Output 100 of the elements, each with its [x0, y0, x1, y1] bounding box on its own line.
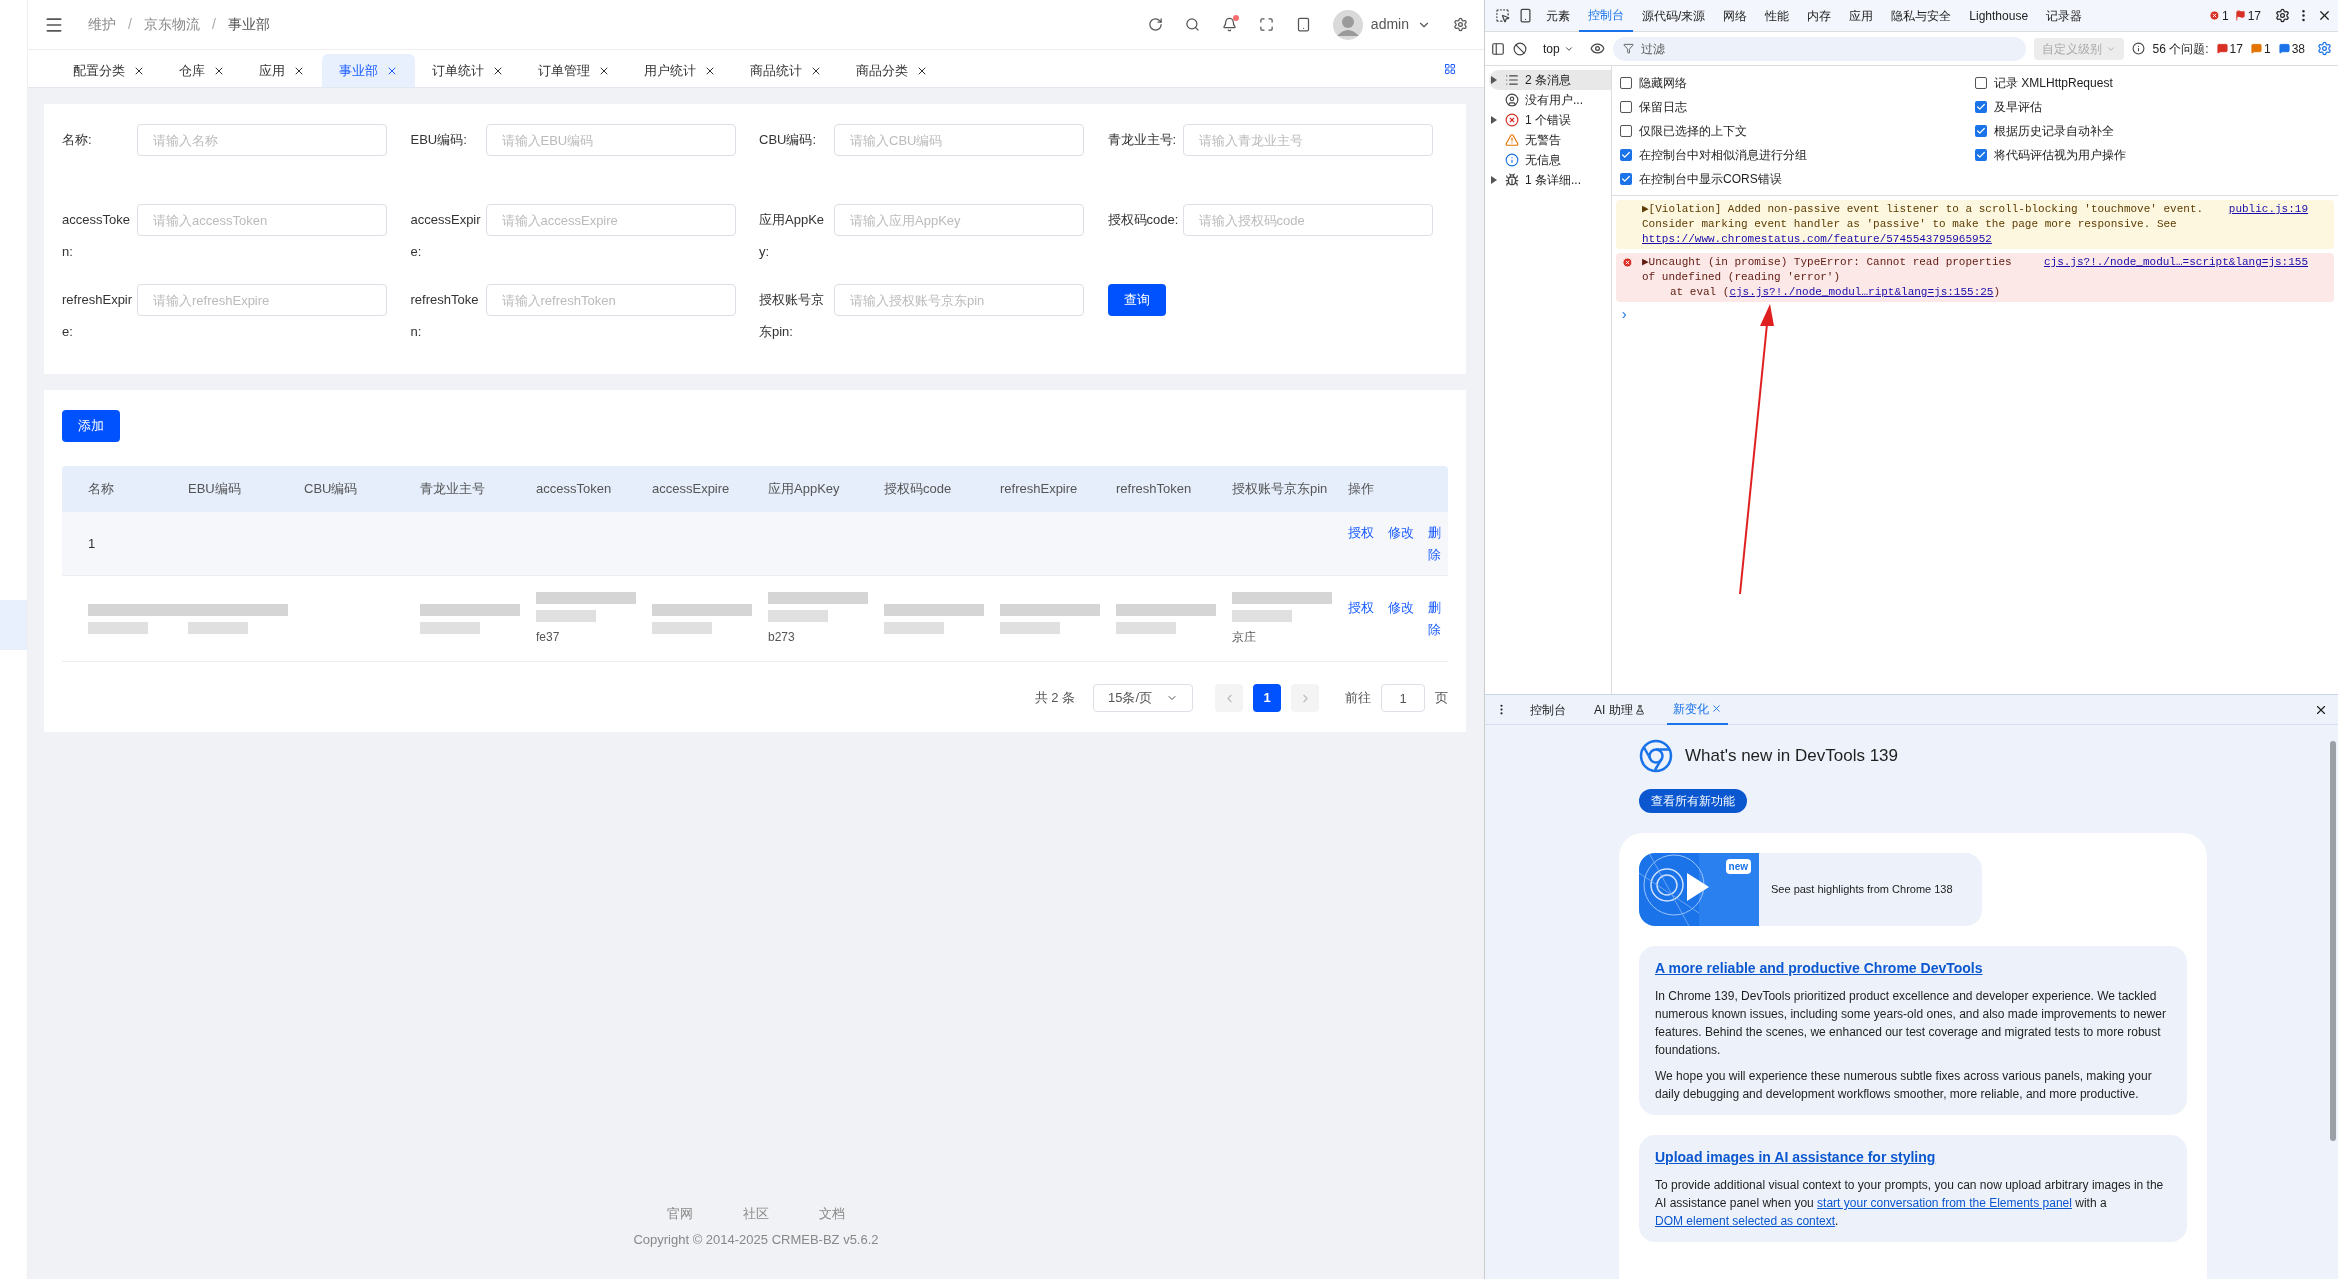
- close-icon[interactable]: [2317, 8, 2332, 23]
- page-tab[interactable]: 商品统计: [733, 54, 839, 87]
- drawer-tab[interactable]: 控制台: [1524, 694, 1572, 725]
- devtools-tab[interactable]: 记录器: [2037, 0, 2092, 32]
- sidebar-item[interactable]: 2 条消息: [1489, 70, 1611, 90]
- expand-arrow-icon[interactable]: [1491, 176, 1497, 184]
- sidebar-item[interactable]: 无警告: [1489, 130, 1611, 150]
- checkbox[interactable]: [1975, 77, 1987, 89]
- checkbox[interactable]: [1620, 101, 1632, 113]
- breadcrumb-item[interactable]: 维护: [88, 14, 116, 35]
- settings-icon[interactable]: [2275, 8, 2290, 23]
- devtools-tab[interactable]: 控制台: [1579, 0, 1633, 32]
- text-field[interactable]: 请输入名称: [137, 124, 387, 156]
- feature-title-link[interactable]: A more reliable and productive Chrome DevTools: [1655, 958, 2171, 979]
- text-field[interactable]: 请输入青龙业主号: [1182, 124, 1433, 156]
- issue-count[interactable]: 38: [2278, 39, 2305, 58]
- grid-icon[interactable]: [1444, 63, 1456, 75]
- checkbox[interactable]: [1620, 149, 1632, 161]
- refresh-icon[interactable]: [1147, 17, 1163, 32]
- clear-icon[interactable]: [1513, 41, 1527, 56]
- avatar-icon[interactable]: [1332, 9, 1363, 40]
- settings-icon[interactable]: [1453, 17, 1468, 32]
- device-icon[interactable]: [1518, 8, 1533, 23]
- sidebar-item[interactable]: 1 条详细...: [1489, 170, 1611, 190]
- text-field[interactable]: 请输入accessToken: [137, 204, 387, 236]
- action-link[interactable]: 修改: [1388, 521, 1414, 544]
- add-button[interactable]: 添加: [62, 410, 120, 442]
- text-field[interactable]: 请输入应用AppKey: [834, 204, 1084, 236]
- text-field[interactable]: 请输入EBU编码: [485, 124, 736, 156]
- text-field[interactable]: 请输入CBU编码: [834, 124, 1084, 156]
- console-prompt[interactable]: ›: [1612, 302, 2338, 323]
- text-field[interactable]: 请输入refreshExpire: [137, 284, 387, 316]
- page-size-select[interactable]: 15条/页: [1093, 684, 1193, 712]
- devtools-tab[interactable]: Lighthouse: [1960, 0, 2038, 32]
- checkbox[interactable]: [1620, 125, 1632, 137]
- table-cell-text: 1: [88, 534, 96, 553]
- notification-icon[interactable]: [1221, 17, 1237, 32]
- checkbox[interactable]: [1620, 173, 1632, 185]
- devtools-tab[interactable]: 元素: [1537, 0, 1579, 32]
- devtools-tab[interactable]: 内存: [1798, 0, 1841, 32]
- sidebar-item[interactable]: 没有用户...: [1489, 90, 1611, 110]
- page-number-field[interactable]: 1: [1381, 684, 1425, 712]
- devtools-tab[interactable]: 应用: [1840, 0, 1883, 32]
- checkbox[interactable]: [1975, 125, 1987, 137]
- page-tab[interactable]: 订单管理: [521, 54, 627, 87]
- sidebar-toggle-icon[interactable]: [1491, 41, 1505, 56]
- text-field[interactable]: 请输入授权码code: [1182, 204, 1433, 236]
- page-tab[interactable]: 事业部: [322, 54, 415, 87]
- devtools-tab[interactable]: 网络: [1714, 0, 1757, 32]
- page-tab[interactable]: 商品分类: [839, 54, 945, 87]
- checkbox[interactable]: [1975, 101, 1987, 113]
- text-field[interactable]: 请输入refreshToken: [485, 284, 736, 316]
- page-tab[interactable]: 仓库: [162, 54, 242, 87]
- expand-arrow-icon[interactable]: [1491, 116, 1497, 124]
- username[interactable]: admin: [1370, 14, 1409, 35]
- sidebar-item[interactable]: 1 个错误: [1489, 110, 1611, 130]
- sidebar-item[interactable]: 无信息: [1489, 150, 1611, 170]
- inline-link[interactable]: start your conversation from the Elements panel: [1817, 1196, 2072, 1210]
- error-count[interactable]: 1: [2208, 6, 2229, 25]
- eye-icon[interactable]: [1589, 41, 1605, 56]
- issue-count[interactable]: 17: [2216, 39, 2243, 58]
- drawer-tab[interactable]: AI 助理: [1588, 694, 1651, 725]
- stack-trace-link[interactable]: cjs.js?!./node_modul…ript&lang=js:155:25: [1729, 286, 1994, 298]
- page-tab[interactable]: 用户统计: [627, 54, 733, 87]
- source-link[interactable]: public.js:19: [2228, 202, 2308, 247]
- action-link[interactable]: 授权: [1348, 596, 1374, 619]
- text-field[interactable]: 请输入授权账号京东pin: [834, 284, 1084, 316]
- page-tab[interactable]: 应用: [242, 54, 322, 87]
- query-button[interactable]: 查询: [1107, 284, 1166, 316]
- action-link[interactable]: 修改: [1388, 596, 1414, 619]
- feature-title-link[interactable]: Upload images in AI assistance for styling: [1655, 1147, 2171, 1168]
- page-button[interactable]: 1: [1253, 684, 1281, 712]
- view-all-features-button[interactable]: 查看所有新功能: [1639, 789, 1747, 813]
- page-tab[interactable]: 订单统计: [415, 54, 521, 87]
- context-select[interactable]: top: [1535, 39, 1582, 58]
- devtools-tab[interactable]: 性能: [1756, 0, 1799, 32]
- action-link[interactable]: 授权: [1348, 521, 1374, 544]
- text-field[interactable]: 请输入accessExpire: [485, 204, 736, 236]
- issue-count[interactable]: 17: [2234, 6, 2261, 25]
- inspect-icon[interactable]: [1495, 8, 1510, 23]
- expand-arrow-icon[interactable]: [1491, 76, 1497, 84]
- checkbox[interactable]: [1620, 77, 1632, 89]
- breadcrumb-item[interactable]: 京东物流: [143, 14, 200, 35]
- filter-field[interactable]: 过滤: [1612, 36, 2026, 61]
- devtools-tab[interactable]: 源代码/来源: [1633, 0, 1715, 32]
- drawer-tab[interactable]: 新变化: [1666, 694, 1728, 725]
- action-link[interactable]: 删除: [1428, 596, 1442, 641]
- tablet-icon[interactable]: [1295, 17, 1311, 32]
- console-settings-icon[interactable]: [2317, 41, 2332, 56]
- source-link[interactable]: cjs.js?!./node_modul…=script&lang=js:155: [2043, 255, 2308, 300]
- message-link[interactable]: https://www.chromestatus.com/feature/5745543795965952: [1642, 233, 1992, 245]
- fullscreen-icon[interactable]: [1258, 17, 1274, 32]
- action-link[interactable]: 删除: [1428, 521, 1442, 566]
- video-card[interactable]: new See past highlights from Chrome 138: [1639, 853, 1982, 926]
- issue-count[interactable]: 1: [2250, 39, 2271, 58]
- checkbox[interactable]: [1975, 149, 1987, 161]
- devtools-tab[interactable]: 隐私与安全: [1882, 0, 1961, 32]
- page-tab[interactable]: 配置分类: [56, 54, 162, 87]
- search-icon[interactable]: [1184, 17, 1200, 32]
- info-icon[interactable]: [2131, 42, 2145, 55]
